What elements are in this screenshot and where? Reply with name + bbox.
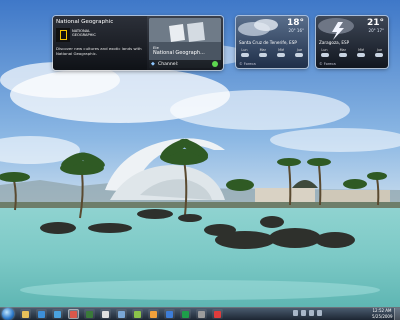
yellow-frame-icon (59, 30, 67, 40)
natgeo-title: National Geographic (56, 19, 114, 25)
taskbar-button-media-player[interactable] (36, 309, 47, 319)
clock-time: 12:52 AM (372, 308, 392, 313)
program-6-icon (150, 310, 157, 318)
program-2-icon (86, 310, 93, 318)
weather-city: Santa Cruz de Tenerife, ESP (239, 40, 297, 45)
natgeo-photo[interactable]: Ele National Geograph... ◆ Channel: (149, 18, 221, 68)
natgeo-next-button[interactable] (212, 61, 218, 67)
natgeo-description: Discover new cultures and exotic lands w… (56, 46, 142, 56)
natgeo-channel-bar: ◆ Channel: (149, 60, 221, 68)
cloud-icon (258, 53, 267, 57)
forecast-day: Mié (276, 48, 287, 57)
clock-date: 5/25/2009 (372, 313, 393, 319)
natgeo-logo (56, 28, 70, 42)
volume-icon[interactable] (301, 310, 306, 316)
weather-gadget-zaragoza[interactable]: 21° 20° 17° Zaragoza, ESP Lun Mar Mié Ju… (316, 16, 388, 68)
forecast-day: Jue (374, 48, 385, 57)
cloud-icon (295, 53, 304, 57)
forecast-day: Mar (257, 48, 268, 57)
show-desktop-button[interactable] (394, 308, 400, 320)
cloud-icon (357, 53, 366, 57)
taskbar-button-program-7[interactable] (164, 309, 175, 319)
taskbar-button-program-10[interactable] (212, 309, 223, 319)
internet-explorer-icon (54, 310, 61, 318)
taskbar: 12:52 AM 5/25/2009 (0, 307, 400, 320)
start-button[interactable] (2, 308, 14, 320)
forecast-day: Lun (239, 48, 250, 57)
natgeo-logo-text: NATIONAL GEOGRAPHIC (72, 29, 96, 38)
taskbar-button-program-9[interactable] (196, 309, 207, 319)
cloud-icon (240, 53, 249, 57)
taskbar-button-program-1[interactable] (68, 309, 79, 319)
taskbar-button-explorer[interactable] (20, 309, 31, 319)
flag-icon[interactable] (309, 310, 314, 316)
media-player-icon (38, 310, 45, 318)
weather-forecast: Lun Mar Mié Jue (239, 48, 305, 57)
natgeo-info-panel: National Geographic NATIONAL GEOGRAPHIC … (53, 16, 147, 70)
notification-area (293, 310, 322, 316)
weather-gadget-tenerife[interactable]: 18° 20° 16° Santa Cruz de Tenerife, ESP … (236, 16, 308, 68)
cloud-icon (375, 53, 384, 57)
program-3-icon (102, 310, 109, 318)
cloud-icon (338, 53, 347, 57)
forecast-day: Jue (294, 48, 305, 57)
forecast-day: Mar (337, 48, 348, 57)
taskbar-button-program-4[interactable] (116, 309, 127, 319)
power-icon[interactable] (317, 310, 322, 316)
program-7-icon (166, 310, 173, 318)
program-10-icon (214, 310, 221, 318)
program-4-icon (118, 310, 125, 318)
program-9-icon (198, 310, 205, 318)
taskbar-button-program-3[interactable] (100, 309, 111, 319)
taskbar-button-program-6[interactable] (148, 309, 159, 319)
cloud-icon (277, 53, 286, 57)
cloud-icon (320, 53, 329, 57)
natgeo-photo-caption: National Geograph... (153, 50, 205, 56)
network-icon[interactable] (293, 310, 298, 316)
program-8-icon (182, 310, 189, 318)
weather-range: 20° 16° (288, 28, 304, 33)
weather-forecast: Lun Mar Mié Jue (319, 48, 385, 57)
program-1-icon (70, 310, 77, 318)
taskbar-button-program-5[interactable] (132, 309, 143, 319)
weather-temperature: 18° (286, 18, 304, 28)
rss-icon: ◆ (151, 61, 155, 67)
taskbar-button-program-8[interactable] (180, 309, 191, 319)
weather-range: 20° 17° (368, 28, 384, 33)
weather-source: © Foreca (239, 62, 256, 66)
taskbar-button-internet-explorer[interactable] (52, 309, 63, 319)
weather-temperature: 21° (366, 18, 384, 28)
natgeo-gadget[interactable]: National Geographic NATIONAL GEOGRAPHIC … (53, 16, 223, 70)
natgeo-channel-label: Channel: (158, 61, 179, 67)
taskbar-pinned-programs (20, 309, 223, 319)
forecast-day: Mié (356, 48, 367, 57)
weather-city: Zaragoza, ESP (319, 40, 350, 45)
clock[interactable]: 12:52 AM 5/25/2009 (372, 308, 393, 319)
program-5-icon (134, 310, 141, 318)
explorer-icon (22, 310, 29, 318)
taskbar-button-program-2[interactable] (84, 309, 95, 319)
weather-source: © Foreca (319, 62, 336, 66)
forecast-day: Lun (319, 48, 330, 57)
